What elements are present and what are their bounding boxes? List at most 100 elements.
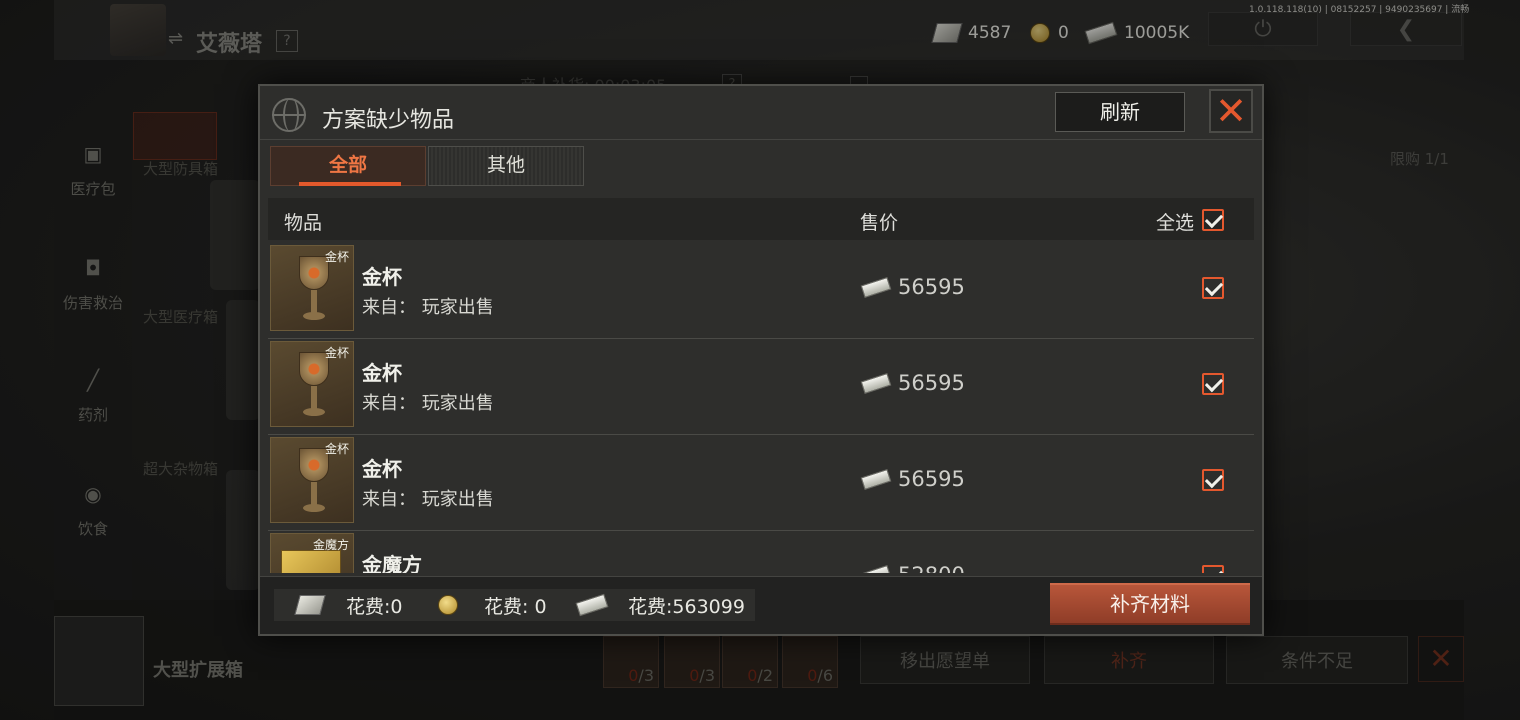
price-value: 56595 [898,467,965,491]
price-value: 52800 [898,563,965,573]
purchase-limit: 限购 1/1 [1390,150,1449,168]
syringe-icon: ╱ [86,368,100,392]
goblet-icon [299,352,329,422]
refresh-button[interactable]: 刷新 [1055,92,1185,132]
item-source: 来自： 玩家出售 [362,489,494,510]
cash-icon [860,468,892,490]
goblet-icon [299,448,329,518]
dialog-header: 方案缺少物品 刷新 ✕ [260,86,1262,140]
column-item: 物品 [284,212,323,234]
cash-icon [575,593,609,617]
sidebar-item-label: 饮食 [77,520,108,538]
currency-coin: 0 [1030,20,1069,46]
item-thumbnail: 金魔方 [270,533,354,573]
category-label: 大型防具箱 [143,160,219,178]
item-price: 56595 [860,371,965,395]
missing-items-dialog: 方案缺少物品 刷新 ✕ 全部 其他 物品 售价 全选 金杯 金杯 来自： 玩家出… [258,84,1264,636]
remove-wishlist-button[interactable]: 移出愿望单 [860,636,1030,684]
target-item-thumbnail [54,616,144,706]
item-checkbox[interactable] [1202,469,1224,491]
close-icon: ✕ [1215,89,1247,133]
fill-button-background[interactable]: 补齐 [1044,636,1214,684]
item-tag: 金魔方 [312,538,349,552]
column-price: 售价 [860,212,899,234]
target-item-name: 大型扩展箱 [153,660,243,681]
coin-icon [1030,23,1050,43]
sidebar-item-medkit[interactable]: ▣ 医疗包 [54,140,132,199]
swap-icon[interactable]: ⇌ [168,28,183,49]
fill-materials-button[interactable]: 补齐材料 [1050,583,1250,625]
select-all-checkbox[interactable] [1202,209,1224,231]
help-button[interactable]: ? [276,30,298,52]
sidebar-item-potion[interactable]: ╱ 药剂 [54,366,132,425]
item-checkbox[interactable] [1202,277,1224,299]
table-header: 物品 售价 全选 [268,198,1254,240]
version-info: 1.0.118.118(10) | 08152257 | 9490235697 … [1249,5,1470,15]
dialog-title: 方案缺少物品 [322,108,455,133]
select-all-label: 全选 [1156,212,1195,234]
item-tag: 金杯 [324,250,349,264]
currency-value: 10005K [1124,23,1190,43]
cash-icon [860,372,892,394]
list-item[interactable]: 金杯 金杯 来自： 玩家出售 56595 [268,339,1254,435]
item-name: 金杯 [362,361,402,385]
category-label: 超大杂物箱 [143,460,219,478]
item-checkbox[interactable] [1202,565,1224,573]
sidebar-item-label: 伤害救治 [62,294,123,312]
background-item-image [226,300,260,420]
category-label: 大型医疗箱 [143,308,219,326]
first-aid-bag-icon: ◘ [85,256,101,280]
condition-unmet-button[interactable]: 条件不足 [1226,636,1408,684]
currency-value: 4587 [968,23,1012,43]
sidebar-item-food[interactable]: ◉ 饮食 [54,480,132,539]
goblet-icon [299,256,329,326]
close-button[interactable]: ✕ [1209,89,1253,133]
material-slot[interactable]: 0/2 [722,636,778,688]
item-tag: 金杯 [324,442,349,456]
tab-all[interactable]: 全部 [270,146,426,186]
item-thumbnail: 金杯 [270,341,354,427]
price-value: 56595 [898,371,965,395]
power-icon: ⏻ [1254,16,1272,42]
list-item[interactable]: 金魔方 金魔方 52800 [268,531,1254,573]
price-value: 56595 [898,275,965,299]
cost-label: 花费:563099 [628,595,745,618]
item-source: 来自： 玩家出售 [362,297,494,318]
currency-voucher: 4587 [931,20,1012,46]
background-item-image [226,470,260,590]
list-item[interactable]: 金杯 金杯 来自： 玩家出售 56595 [268,243,1254,339]
item-tag: 金杯 [324,346,349,360]
material-slot[interactable]: 0/3 [603,636,659,688]
tab-other[interactable]: 其他 [428,146,584,186]
item-name: 金魔方 [362,553,422,573]
sidebar-item-label: 药剂 [77,406,108,424]
item-price: 56595 [860,467,965,491]
dialog-footer: 花费:0 花费: 0 花费:563099 补齐材料 [260,576,1262,634]
item-checkbox[interactable] [1202,373,1224,395]
background-item-image [210,180,260,290]
cash-icon [860,276,892,298]
material-slot[interactable]: 0/6 [782,636,838,688]
item-source: 来自： 玩家出售 [362,393,494,414]
globe-icon [272,98,306,132]
cost-cash: 花费:563099 [556,589,755,621]
cost-label: 花费:0 [346,595,403,618]
character-portrait [110,4,166,56]
currency-cash: 10005K [1084,20,1190,46]
item-name: 金杯 [362,457,402,481]
category-selected-box[interactable] [133,112,217,160]
cash-icon [1084,21,1118,45]
item-thumbnail: 金杯 [270,437,354,523]
sidebar-item-injury-care[interactable]: ◘ 伤害救治 [54,254,132,313]
back-button[interactable]: ❮ [1350,12,1462,46]
close-icon[interactable]: ✕ [1418,636,1464,682]
list-item[interactable]: 金杯 金杯 来自： 玩家出售 56595 [268,435,1254,531]
currency-value: 0 [1058,23,1069,43]
cost-label: 花费: 0 [484,595,547,618]
item-list: 金杯 金杯 来自： 玩家出售 56595 金杯 金杯 来自： 玩家出售 5659… [268,243,1254,573]
item-price: 52800 [860,563,965,573]
gold-cube-icon [281,550,341,573]
cash-icon [860,564,892,573]
material-slot[interactable]: 0/3 [664,636,720,688]
power-button[interactable]: ⏻ [1208,12,1318,46]
